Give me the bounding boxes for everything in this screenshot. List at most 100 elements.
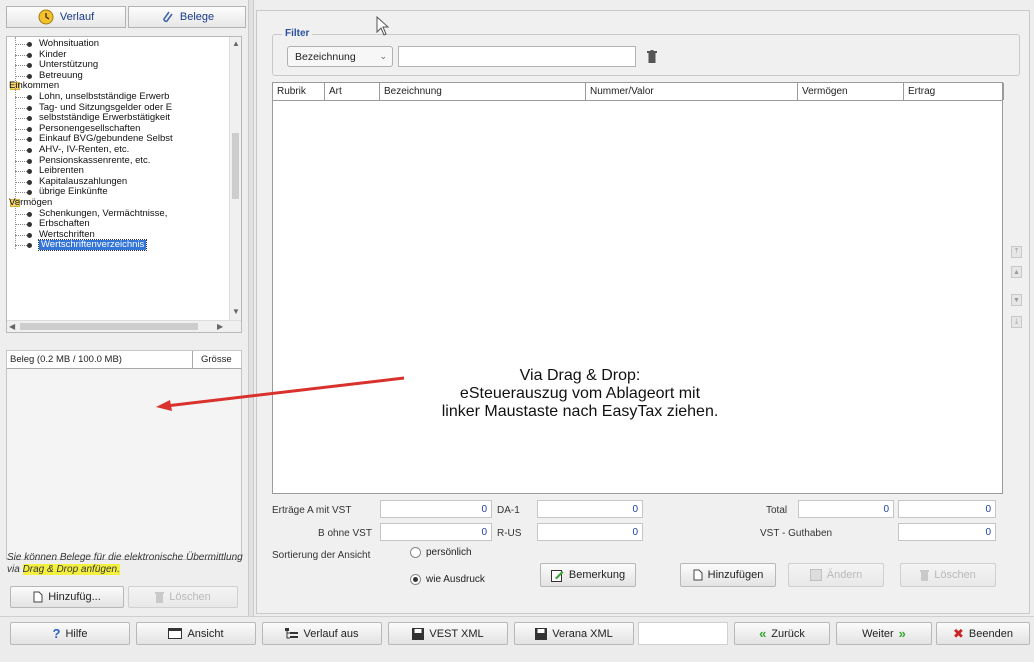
zurueck-button[interactable]: « Zurück	[734, 622, 830, 645]
loeschen-label: Löschen	[934, 569, 976, 581]
move-down-icon[interactable]: ▼	[1011, 294, 1022, 306]
sort-label: Sortierung der Ansicht	[272, 550, 371, 561]
table-column-header[interactable]: Ertrag	[904, 83, 1004, 100]
paperclip-icon	[160, 10, 174, 24]
rus-label: R-US	[497, 528, 522, 539]
tree-connector	[15, 171, 27, 173]
tree-connector	[15, 75, 27, 77]
left-delete-label: Löschen	[169, 591, 211, 603]
verlauf-aus-button[interactable]: Verlauf aus	[262, 622, 382, 645]
total-value[interactable]: 0	[798, 500, 894, 518]
vst-guthaben-value[interactable]: 0	[898, 523, 996, 541]
tree-item[interactable]: selbstständige Erwerbstätigkeit	[7, 113, 228, 123]
tree-item[interactable]: übrige Einkünfte	[7, 187, 228, 197]
tree-scrollbar[interactable]: ▲ ▼	[229, 37, 241, 320]
tree-item-label: Betreuung	[39, 69, 83, 81]
move-top-icon[interactable]: ⤒	[1011, 246, 1022, 258]
scroll-up-icon[interactable]: ▲	[232, 39, 240, 48]
tree-item[interactable]: Leibrenten	[7, 166, 228, 176]
table-column-header[interactable]: Nummer/Valor	[586, 83, 798, 100]
weiter-button[interactable]: Weiter »	[836, 622, 932, 645]
tree-scroll-thumb[interactable]	[232, 133, 239, 199]
tree-item[interactable]: Personengesellschaften	[7, 123, 228, 134]
a-mit-vst-label: A mit VST	[307, 505, 352, 516]
vest-xml-button[interactable]: VEST XML	[388, 622, 508, 645]
ansicht-button[interactable]: Ansicht	[136, 622, 256, 645]
radio-unchecked-icon	[410, 547, 421, 558]
tree-item-label: Wertschriftenverzeichnis	[37, 239, 148, 252]
beenden-button[interactable]: ✖ Beenden	[936, 622, 1030, 645]
sort-option-persoenlich[interactable]: persönlich	[410, 547, 472, 558]
table-body[interactable]	[272, 101, 1003, 494]
rus-value[interactable]: 0	[537, 523, 643, 541]
bullet-icon	[27, 116, 32, 122]
hinzufuegen-button[interactable]: Hinzufügen	[680, 563, 776, 587]
tree-item[interactable]: Lohn, unselbstständige Erwerb	[7, 92, 228, 102]
annotation-line1: Via Drag & Drop:	[519, 367, 641, 384]
verana-xml-button[interactable]: Verana XML	[514, 622, 634, 645]
tree-item[interactable]: Wertschriftenverzeichnis	[7, 239, 228, 252]
drag-drop-annotation: Via Drag & Drop: eSteuerauszug vom Ablag…	[390, 367, 770, 421]
double-chevron-right-icon: »	[898, 626, 906, 641]
tree-item[interactable]: Unterstützung	[7, 60, 228, 70]
move-up-icon[interactable]: ▲	[1011, 266, 1022, 278]
sort-option1-label: persönlich	[426, 547, 472, 558]
tree-item[interactable]: Wohnsituation	[7, 39, 228, 49]
trash-icon	[920, 569, 930, 581]
double-chevron-left-icon: «	[759, 626, 767, 641]
tree-item[interactable]: Erbschaften	[7, 219, 228, 229]
tree-hscrollbar[interactable]: ◀ ▶	[7, 320, 241, 332]
da1-value[interactable]: 0	[537, 500, 643, 518]
clear-filter-button[interactable]	[643, 47, 661, 66]
table-column-header[interactable]: Vermögen	[798, 83, 904, 100]
bullet-icon	[27, 73, 32, 79]
total-value-2[interactable]: 0	[898, 500, 996, 518]
filter-input[interactable]	[398, 46, 636, 67]
beleg-col-size[interactable]: Grösse	[201, 354, 232, 365]
tree-item[interactable]: Einkommen	[7, 81, 228, 91]
tree-item[interactable]: Betreuung	[7, 69, 228, 81]
tab-belege[interactable]: Belege	[128, 6, 246, 28]
window-icon	[168, 628, 183, 639]
left-add-button[interactable]: Hinzufüg...	[10, 586, 124, 608]
bullet-icon	[27, 190, 32, 196]
tree-item[interactable]: Vermögen	[7, 198, 228, 208]
bullet-icon	[27, 148, 32, 153]
hilfe-button[interactable]: ? Hilfe	[10, 622, 130, 645]
bemerkung-button[interactable]: Bemerkung	[540, 563, 636, 587]
tree-item[interactable]: Pensionskassenrente, etc.	[7, 155, 228, 166]
table-column-header[interactable]: Rubrik	[273, 83, 325, 100]
tree-item[interactable]: AHV-, IV-Renten, etc.	[7, 145, 228, 155]
a-mit-vst-value[interactable]: 0	[380, 500, 492, 518]
category-tree[interactable]: ▲ ▼ ◀ ▶ Wohnsituation Kinder Unterstützung…	[6, 36, 242, 333]
tab-verlauf[interactable]: Verlauf	[6, 6, 126, 28]
bullet-icon	[27, 243, 32, 249]
scroll-right-icon[interactable]: ▶	[217, 322, 223, 331]
filter-select[interactable]: Bezeichnung ⌄	[287, 46, 393, 67]
tree-item[interactable]: Einkauf BVG/gebundene Selbst	[7, 134, 228, 144]
tree-item[interactable]: Kinder	[7, 49, 228, 60]
beleg-col-name[interactable]: Beleg (0.2 MB / 100.0 MB)	[10, 354, 122, 365]
tab-belege-label: Belege	[179, 11, 215, 23]
sort-option-wie-ausdruck[interactable]: wie Ausdruck	[410, 574, 485, 585]
scroll-down-icon[interactable]: ▼	[232, 307, 240, 316]
scroll-left-icon[interactable]: ◀	[9, 322, 15, 331]
tree-item-label: Einkauf BVG/gebundene Selbst	[39, 133, 173, 145]
tree-connector	[15, 107, 27, 109]
move-bottom-icon[interactable]: ⤓	[1011, 316, 1022, 328]
aendern-button[interactable]: Ändern	[788, 563, 884, 587]
left-delete-button[interactable]: Löschen	[128, 586, 238, 608]
panel-splitter[interactable]	[248, 0, 254, 616]
hint-highlight: Drag & Drop anfügen	[22, 564, 118, 575]
tree-item[interactable]: Schenkungen, Vermächtnisse,	[7, 208, 228, 219]
tree-item[interactable]: Tag- und Sitzungsgelder oder E	[7, 102, 228, 113]
table-column-header[interactable]: Bezeichnung	[380, 83, 586, 100]
tree-item[interactable]: Wertschriften	[7, 229, 228, 240]
b-ohne-vst-value[interactable]: 0	[380, 523, 492, 541]
tree-hscroll-thumb[interactable]	[20, 323, 198, 330]
table-column-header[interactable]: Art	[325, 83, 380, 100]
loeschen-button[interactable]: Löschen	[900, 563, 996, 587]
tree-item[interactable]: Kapitalauszahlungen	[7, 176, 228, 187]
page-icon	[693, 569, 703, 581]
sort-option2-label: wie Ausdruck	[426, 574, 485, 585]
